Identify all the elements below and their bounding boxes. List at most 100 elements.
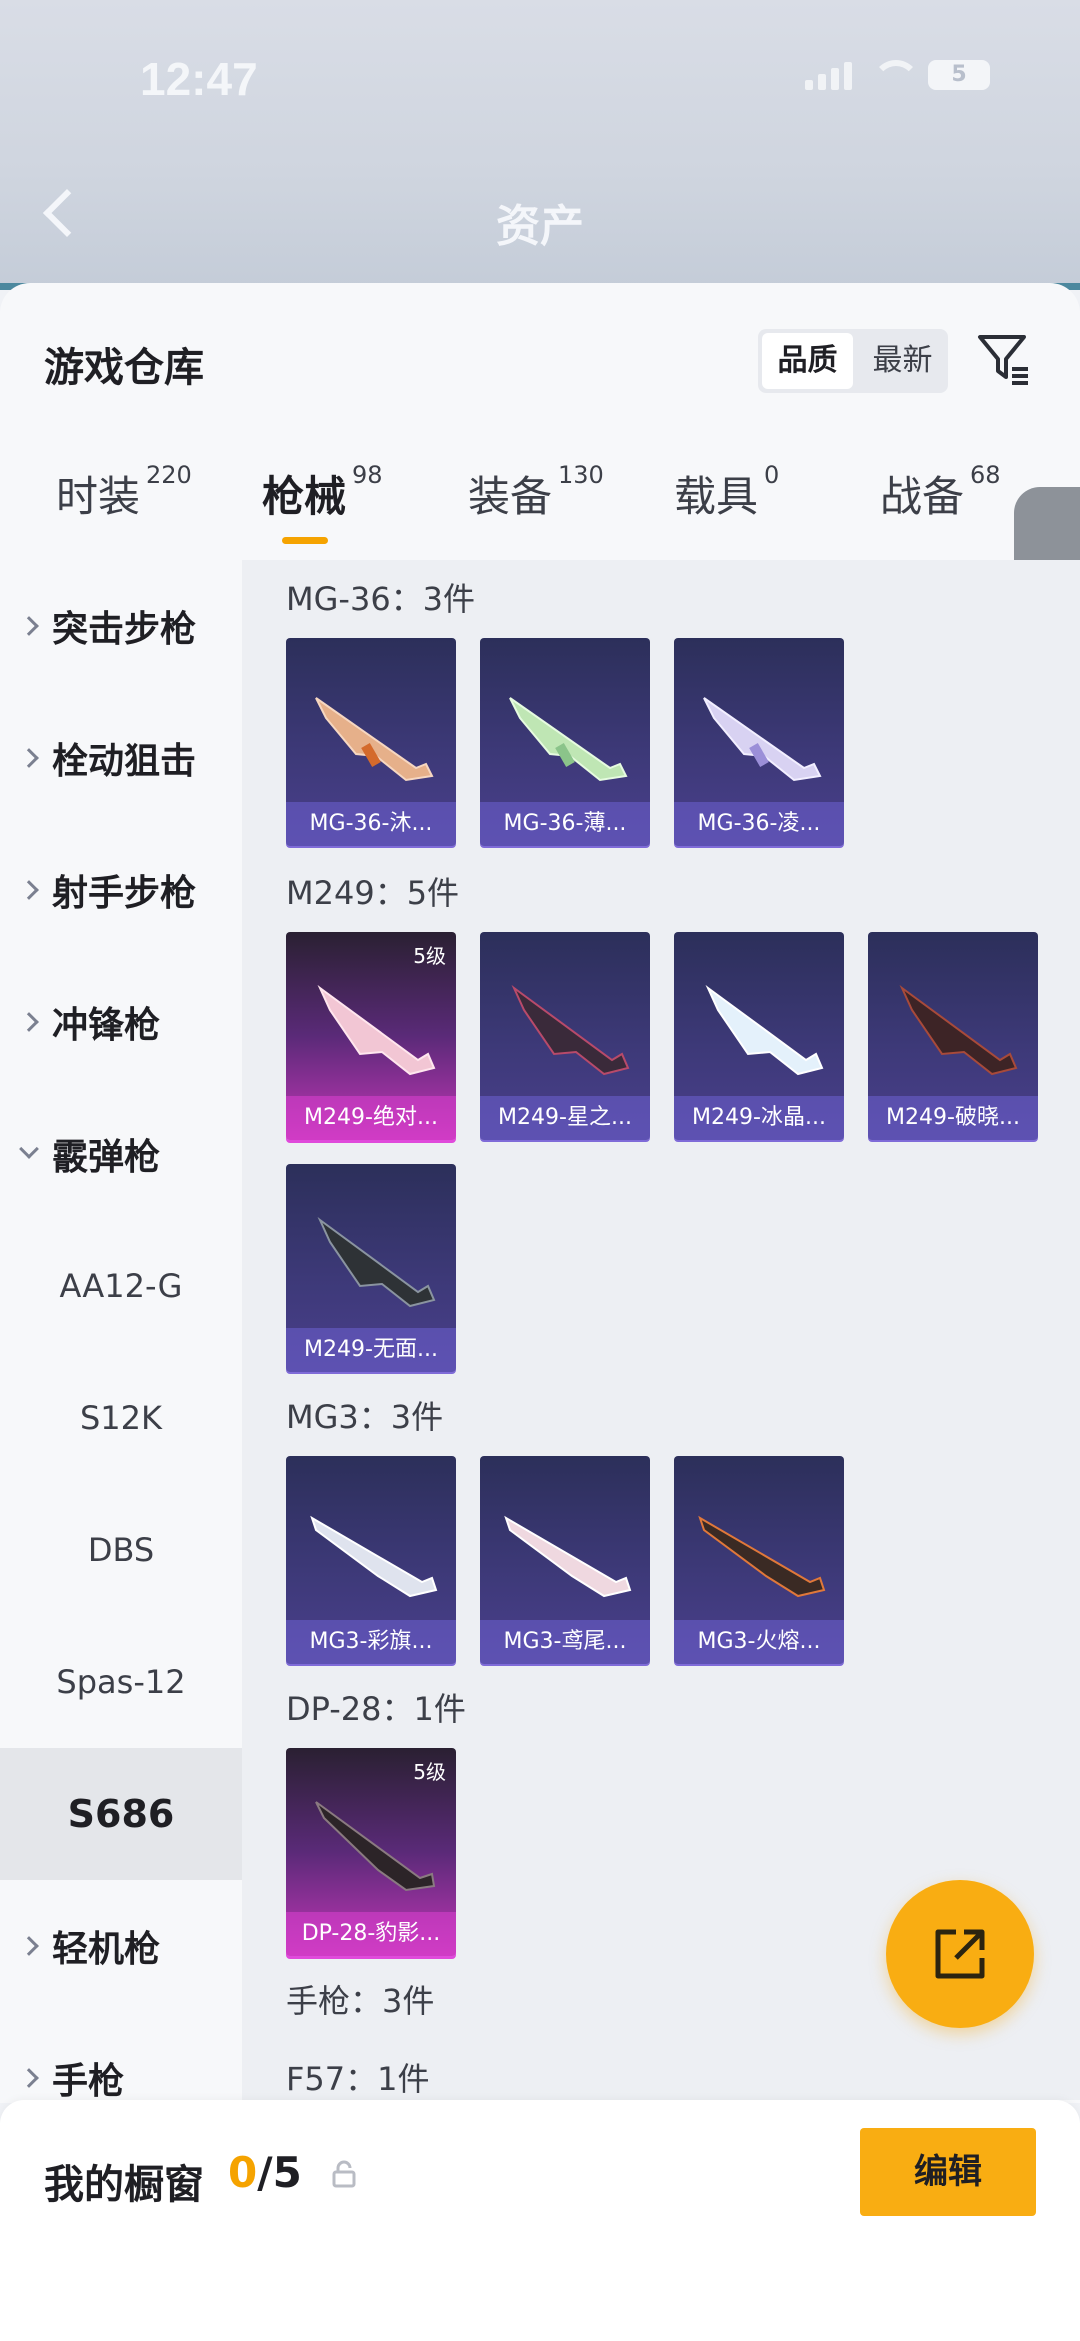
nav-item-label: 突击步枪	[52, 609, 197, 650]
nav-item-shotgun[interactable]: 霰弹枪	[0, 1088, 242, 1220]
showcase-bar: 我的橱窗 0/5 编辑	[0, 2100, 1080, 2341]
weapon-grid: MG-36：3件 MG-36-沐... MG-36-薄... MG-36-凌..…	[242, 560, 1080, 2100]
showcase-title: 我的橱窗	[44, 2162, 204, 2208]
chevron-right-icon	[19, 748, 39, 768]
tab-label: 载具	[674, 472, 759, 521]
group-header-mg36: MG-36：3件	[286, 580, 476, 618]
card-label: MG3-鸢尾...	[480, 1620, 650, 1664]
weapon-card[interactable]: 5级 DP-28-豹影...	[286, 1748, 456, 1956]
edit-button[interactable]: 编辑	[860, 2128, 1036, 2216]
tab-count: 220	[146, 461, 192, 489]
weapon-image	[899, 984, 1018, 1076]
share-export-button[interactable]	[886, 1880, 1034, 2028]
chevron-right-icon	[19, 1012, 39, 1032]
card-label: M249-冰晶...	[674, 1096, 844, 1140]
card-label: MG3-火熔...	[674, 1620, 844, 1664]
weapon-card[interactable]: MG3-彩旗...	[286, 1456, 456, 1664]
tab-count: 98	[352, 461, 383, 489]
card-label: MG3-彩旗...	[286, 1620, 456, 1664]
chevron-right-icon	[19, 2068, 39, 2088]
tab-label: 装备	[468, 472, 553, 521]
weapon-card[interactable]: M249-冰晶...	[674, 932, 844, 1140]
nav-sub-s686[interactable]: S686	[0, 1748, 242, 1880]
tab-count: 130	[558, 461, 604, 489]
group-header-dp28: DP-28：1件	[286, 1690, 466, 1728]
sort-option-quality[interactable]: 品质	[762, 333, 853, 389]
battery-icon: 5	[928, 60, 990, 90]
weapon-card[interactable]: M249-破晓...	[868, 932, 1038, 1140]
tab-count: 0	[764, 461, 780, 489]
tab-equipment[interactable]: 装备 130	[468, 461, 604, 524]
nav-sub-dbs[interactable]: DBS	[0, 1484, 242, 1616]
nav-sub-aa12g[interactable]: AA12-G	[0, 1220, 242, 1352]
card-label: DP-28-豹影...	[286, 1912, 456, 1956]
card-label: M249-破晓...	[868, 1096, 1038, 1140]
nav-item-lmg[interactable]: 轻机枪	[0, 1880, 242, 2012]
card-label: MG-36-薄...	[480, 802, 650, 846]
nav-item-smg[interactable]: 冲锋枪	[0, 956, 242, 1088]
weapon-image	[511, 984, 630, 1076]
panel-title: 游戏仓库	[44, 345, 204, 391]
weapon-image	[698, 1515, 826, 1598]
nav-item-dmr[interactable]: 射手步枪	[0, 824, 242, 956]
app-header-background: 12:47 5 资产	[0, 0, 1080, 290]
weapon-image	[703, 697, 822, 782]
card-label: M249-无面...	[286, 1328, 456, 1372]
weapon-image	[705, 984, 824, 1076]
weapon-card[interactable]: M249-无面...	[286, 1164, 456, 1372]
group-header-mg3: MG3：3件	[286, 1398, 444, 1436]
nav-item-label: 冲锋枪	[52, 1005, 161, 1046]
tab-vehicles[interactable]: 载具 0	[674, 461, 780, 524]
nav-item-label: 霰弹枪	[52, 1137, 161, 1178]
weapon-card[interactable]: MG3-鸢尾...	[480, 1456, 650, 1664]
nav-sub-spas12[interactable]: Spas-12	[0, 1616, 242, 1748]
chevron-right-icon	[19, 616, 39, 636]
weapon-card[interactable]: MG3-火熔...	[674, 1456, 844, 1664]
card-label: MG-36-凌...	[674, 802, 844, 846]
nav-sub-s12k[interactable]: S12K	[0, 1352, 242, 1484]
group-header-m249: M249：5件	[286, 874, 460, 912]
signal-icon	[805, 60, 852, 90]
weapon-card[interactable]: MG-36-薄...	[480, 638, 650, 846]
chevron-right-icon	[19, 1936, 39, 1956]
active-tab-indicator	[282, 537, 328, 544]
tab-supplies[interactable]: 战备 68	[880, 461, 1001, 524]
tab-label: 枪械	[262, 472, 347, 521]
nav-item-assault-rifle[interactable]: 突击步枪	[0, 560, 242, 692]
weapon-card[interactable]: M249-星之...	[480, 932, 650, 1140]
tab-label: 时装	[56, 472, 141, 521]
tab-weapons[interactable]: 枪械 98	[262, 461, 383, 524]
chevron-right-icon	[19, 880, 39, 900]
lock-icon	[332, 2160, 356, 2188]
nav-item-label: 栓动狙击	[52, 741, 197, 782]
nav-item-bolt-sniper[interactable]: 栓动狙击	[0, 692, 242, 824]
weapon-type-nav: 突击步枪 栓动狙击 射手步枪 冲锋枪 霰弹枪 AA12-G S12K DBS S…	[0, 560, 242, 2102]
nav-item-label: 射手步枪	[52, 873, 197, 914]
tab-label: 战备	[880, 472, 965, 521]
card-label: M249-绝对...	[286, 1096, 456, 1140]
card-label: MG-36-沐...	[286, 802, 456, 846]
card-label: M249-星之...	[480, 1096, 650, 1140]
weapon-image	[509, 697, 628, 782]
page-title: 资产	[496, 201, 584, 252]
showcase-count-current: 0	[228, 2148, 258, 2197]
weapon-card[interactable]: MG-36-沐...	[286, 638, 456, 846]
tab-count: 68	[970, 461, 1001, 489]
nav-item-label: 手枪	[52, 2061, 125, 2102]
share-export-icon	[935, 1929, 985, 1979]
status-time: 12:47	[140, 53, 258, 105]
weapon-image	[504, 1515, 632, 1598]
category-tabs: 时装 220 枪械 98 装备 130 载具 0 战备 68	[0, 461, 1080, 563]
status-icons: 5	[805, 60, 990, 90]
weapon-card[interactable]: 5级 M249-绝对...	[286, 932, 456, 1140]
showcase-count-max: /5	[257, 2148, 302, 2197]
filter-icon[interactable]	[976, 331, 1032, 387]
weapon-image	[315, 1801, 436, 1892]
nav-item-label: 轻机枪	[52, 1929, 161, 1970]
weapon-image	[317, 984, 436, 1076]
sort-toggle[interactable]: 品质 最新	[758, 329, 948, 393]
sort-option-newest[interactable]: 最新	[857, 329, 948, 393]
showcase-count: 0/5	[228, 2148, 302, 2197]
weapon-card[interactable]: MG-36-凌...	[674, 638, 844, 846]
tab-fashion[interactable]: 时装 220	[56, 461, 192, 524]
